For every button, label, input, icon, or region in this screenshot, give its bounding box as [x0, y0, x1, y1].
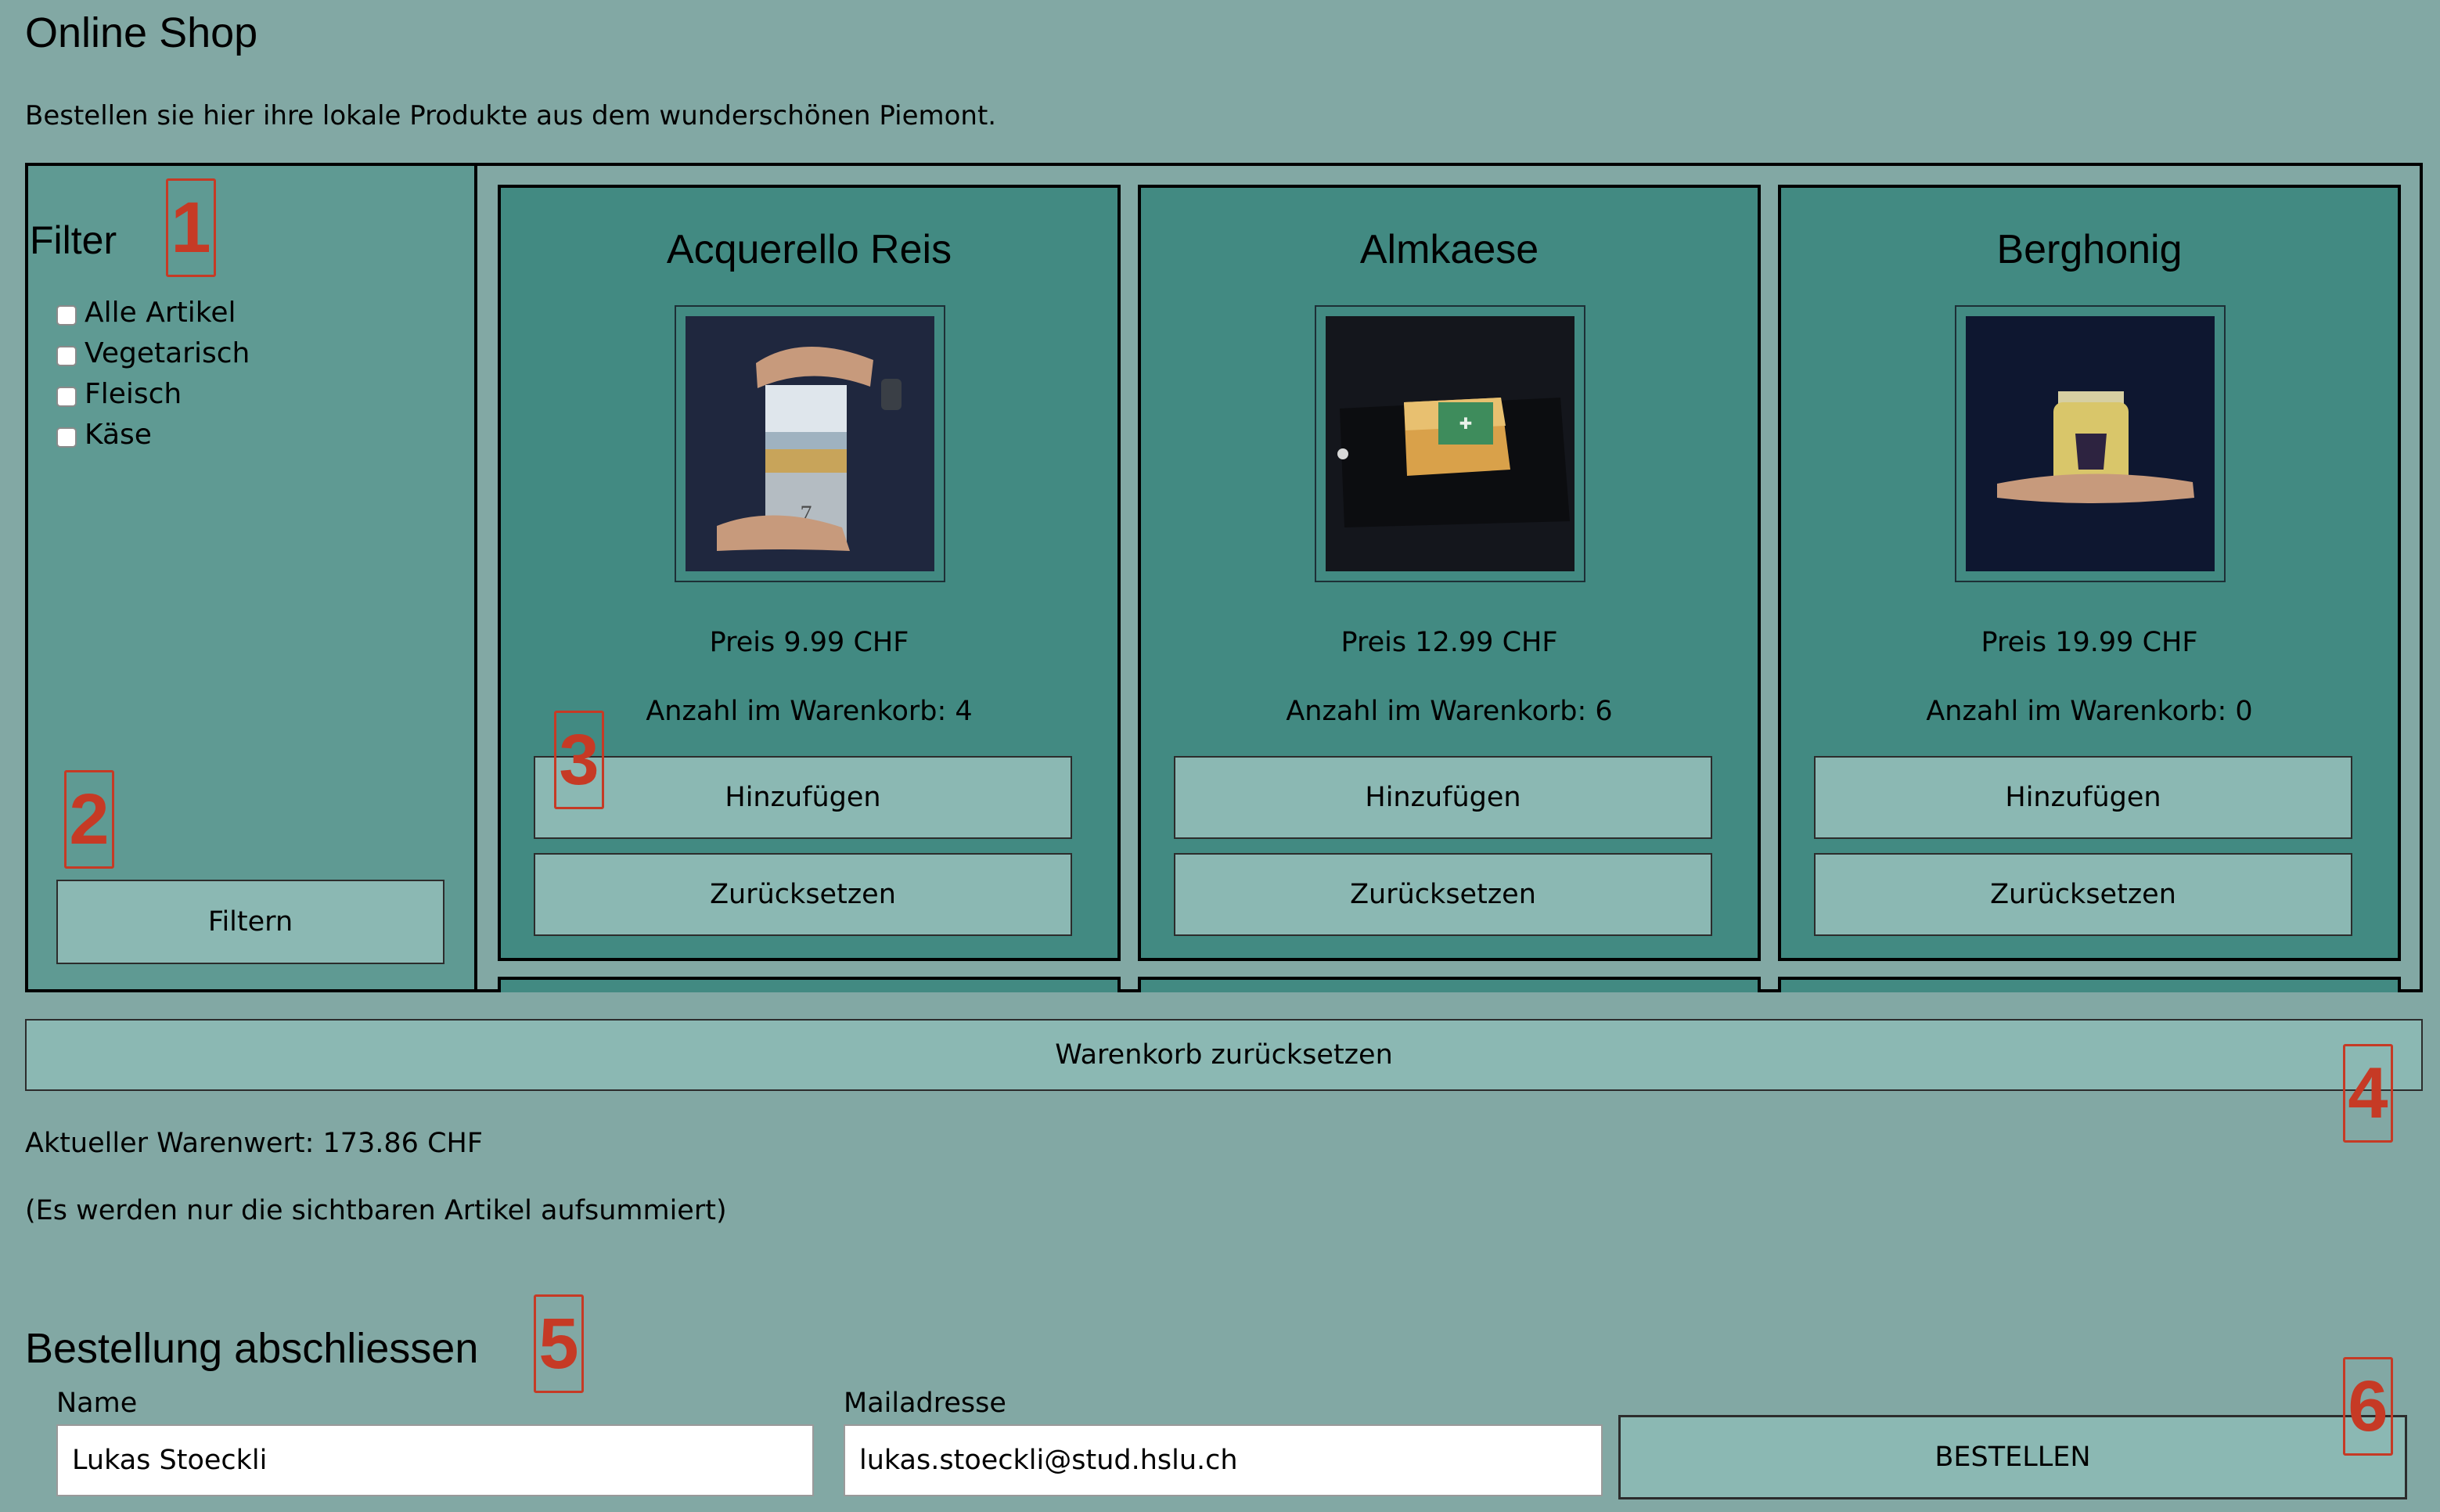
product-card-partial: [498, 977, 1121, 992]
filter-option-vegetarisch[interactable]: Vegetarisch: [56, 333, 250, 374]
intro-text: Bestellen sie hier ihre lokale Produkte …: [25, 100, 997, 131]
filter-option-fleisch[interactable]: Fleisch: [56, 374, 250, 415]
email-label: Mailadresse: [844, 1388, 1006, 1419]
order-heading: Bestellung abschliessen: [25, 1325, 479, 1372]
annotation-marker: 6: [2343, 1357, 2393, 1456]
name-label: Name: [56, 1388, 138, 1419]
product-image-frame: 7: [675, 305, 945, 582]
cart-total-note: (Es werden nur die sichtbaren Artikel au…: [25, 1195, 727, 1226]
add-to-cart-button[interactable]: Hinzufügen: [1174, 756, 1712, 839]
product-card: Acquerello Reis 7 Preis 9.99 CHF Anzahl …: [498, 185, 1121, 961]
filter-option-label: Käse: [85, 419, 152, 451]
filter-button[interactable]: Filtern: [56, 880, 444, 964]
annotation-marker: 4: [2343, 1044, 2393, 1143]
cheese-product-photo-icon: ✚: [1326, 316, 1574, 571]
annotation-marker: 3: [554, 711, 604, 809]
annotation-marker: 1: [166, 178, 216, 277]
rice-tin-product-photo-icon: 7: [686, 316, 934, 571]
reset-product-button[interactable]: Zurücksetzen: [534, 853, 1072, 936]
checkbox[interactable]: [56, 427, 77, 448]
filter-option-label: Fleisch: [85, 378, 182, 410]
product-price: Preis 9.99 CHF: [709, 627, 909, 658]
online-shop-page: Online Shop Bestellen sie hier ihre loka…: [0, 0, 2440, 1512]
filter-option-label: Alle Artikel: [85, 297, 236, 329]
filter-heading: Filter: [30, 218, 117, 262]
email-input[interactable]: lukas.stoeckli@stud.hslu.ch: [844, 1424, 1603, 1496]
product-name: Acquerello Reis: [666, 227, 952, 272]
annotation-marker: 5: [534, 1294, 584, 1393]
svg-text:✚: ✚: [1459, 414, 1473, 433]
name-input[interactable]: Lukas Stoeckli: [56, 1424, 814, 1496]
page-title: Online Shop: [25, 9, 258, 56]
add-to-cart-button[interactable]: Hinzufügen: [534, 756, 1072, 839]
filter-option-alle-artikel[interactable]: Alle Artikel: [56, 293, 250, 333]
product-price: Preis 12.99 CHF: [1341, 627, 1558, 658]
product-card: Almkaese ✚ Preis 12.99 CHF Anzahl im War…: [1138, 185, 1761, 961]
product-card: Berghonig Preis 19.99 CHF Anzahl im Ware…: [1778, 185, 2401, 961]
annotation-marker: 2: [64, 770, 114, 869]
product-card-partial: [1138, 977, 1761, 992]
cart-count: Anzahl im Warenkorb: 6: [1286, 696, 1613, 727]
product-image-frame: ✚: [1315, 305, 1585, 582]
honey-jar-product-photo-icon: [1966, 316, 2215, 571]
product-image-frame: [1955, 305, 2226, 582]
filter-options: Alle Artikel Vegetarisch Fleisch Käse: [56, 293, 250, 455]
reset-product-button[interactable]: Zurücksetzen: [1814, 853, 2352, 936]
reset-cart-button[interactable]: Warenkorb zurücksetzen: [25, 1019, 2423, 1091]
filter-option-kaese[interactable]: Käse: [56, 415, 250, 455]
order-submit-button[interactable]: BESTELLEN: [1618, 1415, 2407, 1499]
product-name: Berghonig: [1996, 227, 2183, 272]
checkbox[interactable]: [56, 305, 77, 326]
filter-option-label: Vegetarisch: [85, 337, 250, 369]
checkbox[interactable]: [56, 346, 77, 366]
product-name: Almkaese: [1359, 227, 1539, 272]
add-to-cart-button[interactable]: Hinzufügen: [1814, 756, 2352, 839]
product-card-partial: [1778, 977, 2401, 992]
product-price: Preis 19.99 CHF: [1981, 627, 2198, 658]
cart-count: Anzahl im Warenkorb: 0: [1926, 696, 2253, 727]
cart-total: Aktueller Warenwert: 173.86 CHF: [25, 1128, 483, 1159]
checkbox[interactable]: [56, 387, 77, 407]
reset-product-button[interactable]: Zurücksetzen: [1174, 853, 1712, 936]
